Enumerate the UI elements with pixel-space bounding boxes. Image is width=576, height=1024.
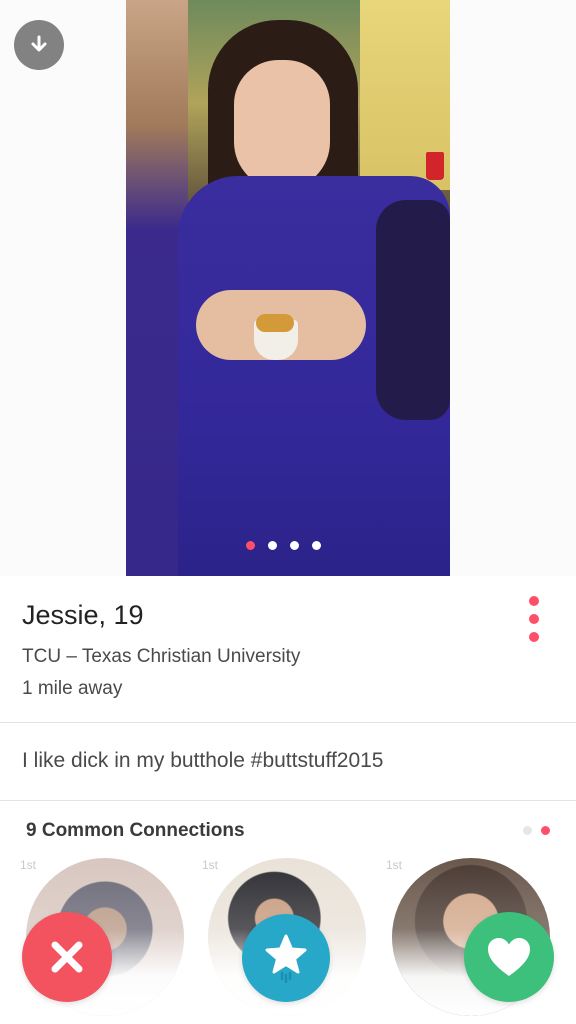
nope-button[interactable]: [22, 912, 112, 1002]
connection-degree: 1st: [202, 858, 219, 872]
profile-photo[interactable]: [126, 0, 450, 576]
heart-icon: [488, 938, 530, 976]
connections-pagination: [523, 826, 550, 835]
photo-page-dot[interactable]: [268, 541, 277, 550]
profile-age: , 19: [98, 600, 144, 630]
photo-page-dot[interactable]: [246, 541, 255, 550]
more-options-icon: [529, 596, 539, 606]
connections-page-dot[interactable]: [523, 826, 532, 835]
like-button[interactable]: [464, 912, 554, 1002]
close-icon: [51, 941, 83, 973]
more-options-dot: [529, 632, 539, 642]
profile-bio: I like dick in my butthole #buttstuff201…: [22, 749, 384, 772]
download-icon: [31, 35, 47, 52]
profile-school: TCU – Texas Christian University: [22, 646, 301, 667]
common-connections-title: 9 Common Connections: [26, 820, 245, 841]
connection-degree: 1st: [386, 858, 403, 872]
connection-degree: 1st: [20, 858, 37, 872]
photo-page-dot[interactable]: [290, 541, 299, 550]
photo-area: [0, 0, 576, 576]
star-icon: [265, 934, 307, 983]
divider: [0, 800, 576, 801]
profile-distance: 1 mile away: [22, 678, 123, 699]
photo-page-dot[interactable]: [312, 541, 321, 550]
photo-pagination: [246, 541, 321, 550]
super-like-button[interactable]: [242, 914, 330, 1002]
profile-name-age: Jessie, 19: [22, 600, 144, 631]
divider: [0, 722, 576, 723]
connections-page-dot[interactable]: [541, 826, 550, 835]
more-options-dot: [529, 614, 539, 624]
download-button[interactable]: [14, 20, 64, 70]
profile-name: Jessie: [22, 600, 99, 630]
more-options-button[interactable]: [522, 596, 546, 642]
